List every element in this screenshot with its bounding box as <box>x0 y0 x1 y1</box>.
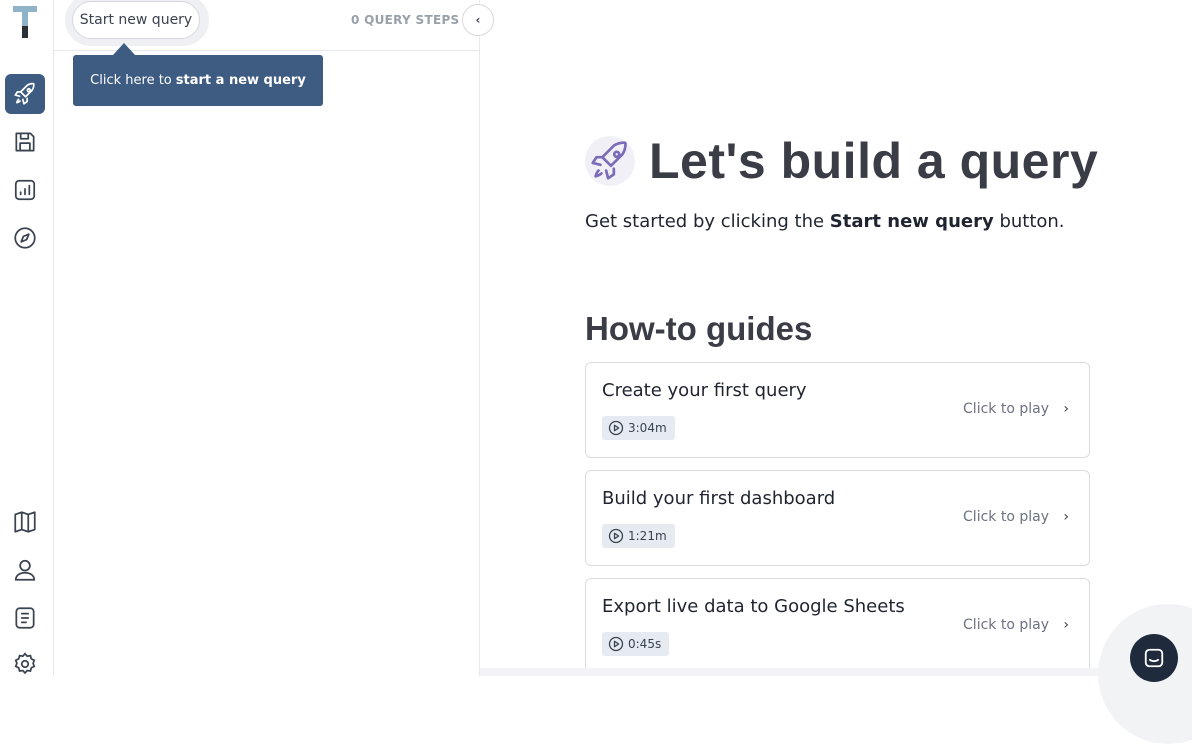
nav-docs[interactable] <box>5 502 45 542</box>
chevron-left-icon: ‹ <box>475 13 481 27</box>
page-subtitle: Get started by clicking the Start new qu… <box>585 211 1065 232</box>
guide-duration-badge: 1:21m <box>602 524 675 548</box>
user-icon <box>14 559 36 581</box>
guide-card[interactable]: Build your first dashboard 1:21m Click t… <box>585 470 1090 566</box>
nav-settings[interactable] <box>5 644 45 684</box>
chevron-right-icon: › <box>1063 509 1069 525</box>
guide-card[interactable]: Export live data to Google Sheets 0:45s … <box>585 578 1090 674</box>
chevron-right-icon: › <box>1063 617 1069 633</box>
guide-duration: 0:45s <box>628 637 662 651</box>
rocket-icon <box>591 141 627 180</box>
subtitle-suffix: button. <box>999 211 1065 232</box>
guide-card[interactable]: Create your first query 3:04m Click to p… <box>585 362 1090 458</box>
guide-duration-badge: 3:04m <box>602 416 675 440</box>
compass-icon <box>14 227 36 249</box>
save-icon <box>15 132 35 152</box>
page-title: Let's build a query <box>649 133 1099 189</box>
guide-duration-badge: 0:45s <box>602 632 670 656</box>
guide-play-label: Click to play <box>963 401 1049 417</box>
guide-play-label: Click to play <box>963 509 1049 525</box>
left-rail <box>0 0 54 676</box>
onboarding-tooltip: Click here to start a new query <box>73 55 323 106</box>
guide-title: Export live data to Google Sheets <box>602 596 905 617</box>
tooltip-text: Click here to <box>90 73 172 88</box>
main-content: Let's build a query Get started by click… <box>480 0 1192 676</box>
guide-title: Build your first dashboard <box>602 488 836 509</box>
chat-launcher-button[interactable] <box>1130 634 1178 682</box>
guide-duration: 3:04m <box>628 421 667 435</box>
guides-heading: How-to guides <box>585 310 813 347</box>
start-new-query-button[interactable]: Start new query <box>72 1 200 39</box>
hero-heading: Let's build a query <box>585 132 1098 190</box>
play-circle-icon <box>608 528 624 544</box>
chevron-right-icon: › <box>1063 401 1069 417</box>
book-icon <box>14 511 36 533</box>
guide-play-label: Click to play <box>963 617 1049 633</box>
chat-icon <box>1144 648 1164 668</box>
query-steps-count: 0 QUERY STEPS <box>351 13 460 27</box>
hero-rocket-badge <box>585 136 635 186</box>
play-circle-icon <box>608 420 624 436</box>
guide-duration: 1:21m <box>628 529 667 543</box>
document-icon <box>15 607 35 629</box>
chart-icon <box>14 179 36 201</box>
tooltip-arrow <box>113 43 135 55</box>
guide-title: Create your first query <box>602 380 807 401</box>
nav-changelog[interactable] <box>5 598 45 638</box>
tooltip-text-bold: start a new query <box>175 73 306 88</box>
rocket-icon <box>14 82 35 105</box>
subtitle-bold: Start new query <box>829 211 994 232</box>
collapse-panel-button[interactable]: ‹ <box>462 4 494 36</box>
nav-query-builder[interactable] <box>5 74 45 114</box>
horizontal-scrollbar[interactable] <box>480 668 1192 676</box>
nav-account[interactable] <box>5 550 45 590</box>
nav-dashboards[interactable] <box>5 170 45 210</box>
nav-explore[interactable] <box>5 218 45 258</box>
nav-saved[interactable] <box>5 122 45 162</box>
play-circle-icon <box>608 636 624 652</box>
subtitle-prefix: Get started by clicking the <box>585 211 825 232</box>
logo-icon <box>13 6 37 38</box>
gear-icon <box>14 652 36 675</box>
